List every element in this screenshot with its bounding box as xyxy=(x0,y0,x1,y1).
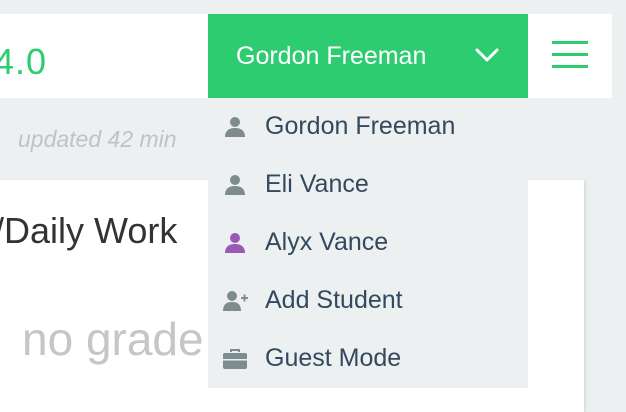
hamburger-menu-icon[interactable] xyxy=(548,37,592,73)
dropdown-item-label: Guest Mode xyxy=(265,344,402,372)
add-user-icon xyxy=(223,291,248,311)
gpa-value: 4.0 xyxy=(0,41,48,82)
dropdown-item-gordon-freeman[interactable]: Gordon Freeman xyxy=(208,98,528,156)
dropdown-item-label: Alyx Vance xyxy=(265,228,389,256)
empty-grades-text: no grade xyxy=(22,313,204,365)
card-title: /Daily Work xyxy=(0,210,178,251)
dropdown-item-add-student[interactable]: Add Student xyxy=(208,272,528,330)
briefcase-icon xyxy=(223,349,247,369)
user-switcher-button[interactable]: Gordon Freeman xyxy=(208,14,528,98)
user-icon xyxy=(225,117,245,137)
chevron-down-icon xyxy=(475,48,499,62)
dropdown-item-label: Eli Vance xyxy=(265,170,369,198)
dropdown-item-guest-mode[interactable]: Guest Mode xyxy=(208,330,528,388)
user-dropdown-menu: Gordon Freeman Eli Vance Alyx Vance Add … xyxy=(208,98,528,388)
dropdown-item-label: Add Student xyxy=(265,286,403,314)
user-icon xyxy=(225,233,245,253)
dropdown-item-label: Gordon Freeman xyxy=(265,112,456,140)
current-user-name: Gordon Freeman xyxy=(236,42,427,70)
updated-timestamp: updated 42 min xyxy=(18,126,177,152)
dropdown-item-alyx-vance[interactable]: Alyx Vance xyxy=(208,214,528,272)
dropdown-item-eli-vance[interactable]: Eli Vance xyxy=(208,156,528,214)
user-icon xyxy=(225,175,245,195)
